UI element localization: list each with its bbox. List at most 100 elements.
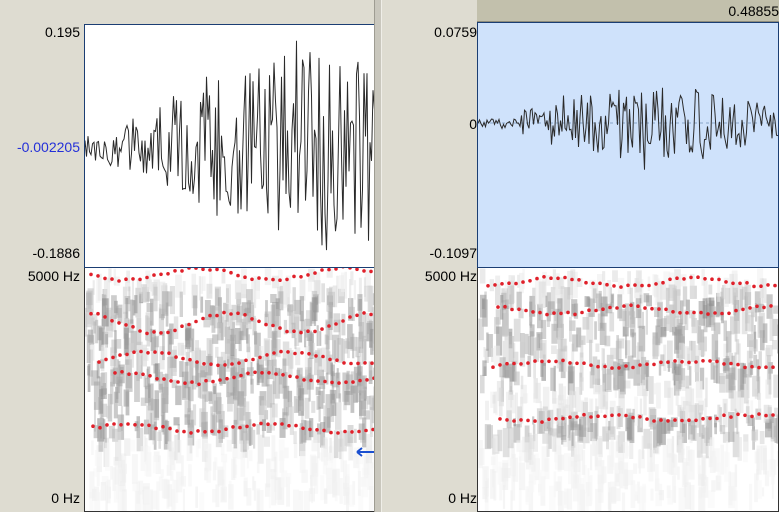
formant-dot: [264, 277, 268, 281]
formant-dot: [299, 330, 303, 335]
formant-dot: [183, 381, 187, 385]
formant-dot: [315, 428, 319, 432]
formant-dot: [561, 416, 565, 421]
formant-dot: [710, 277, 714, 281]
formant-dot: [133, 423, 137, 427]
waveform-trace: [85, 40, 374, 251]
formant-dot: [584, 280, 588, 285]
formant-dot: [547, 359, 551, 364]
formant-dot: [203, 430, 207, 434]
formant-dot: [559, 311, 563, 316]
formant-dot: [701, 416, 705, 421]
spectrogram-min-freq-label: 0 Hz: [51, 490, 80, 506]
formant-dot: [364, 428, 368, 433]
formant-dot: [512, 361, 516, 366]
formant-dot: [638, 415, 642, 419]
waveform-panel[interactable]: [84, 24, 374, 268]
formant-dot: [89, 311, 93, 316]
formant-dot: [603, 364, 607, 369]
formant-dot: [771, 413, 775, 417]
formant-dot: [167, 351, 171, 355]
formant-dot: [208, 313, 212, 318]
formant-dot: [657, 307, 661, 311]
formant-dot: [533, 359, 537, 363]
spectrogram-panel[interactable]: [84, 268, 374, 512]
formant-dot: [645, 417, 649, 421]
formant-dot: [512, 419, 516, 423]
formant-dot: [91, 424, 95, 428]
formant-dot: [610, 413, 614, 418]
formant-dot: [330, 380, 334, 385]
formant-dot: [720, 311, 724, 316]
formant-dot: [292, 274, 296, 279]
formant-dot: [96, 311, 100, 316]
formant-dot: [131, 277, 135, 281]
formant-dot: [225, 376, 229, 381]
formant-dot: [596, 364, 600, 369]
formant-dot: [647, 283, 651, 288]
formant-dot: [258, 355, 262, 360]
formant-dot: [230, 362, 234, 366]
formant-dot: [232, 375, 236, 380]
formant-dot: [147, 423, 151, 428]
formant-dot: [124, 323, 128, 327]
formant-dot: [110, 319, 114, 323]
spectrogram-panel[interactable]: [477, 268, 779, 512]
formant-dot: [680, 360, 684, 364]
formant-dot: [680, 418, 684, 423]
formant-dot: [549, 276, 553, 280]
formant-dot: [246, 371, 250, 376]
formant-dot: [601, 307, 605, 311]
formant-dot: [302, 378, 306, 382]
formant-dot: [510, 307, 514, 312]
formant-dot: [267, 371, 271, 375]
formant-dot: [547, 417, 551, 422]
formant-dot: [612, 284, 616, 288]
formant-dot: [124, 277, 128, 281]
formant-dot: [369, 312, 373, 317]
formant-dot: [223, 363, 227, 367]
formant-dot: [259, 421, 263, 426]
waveform-min-label: -0.1097: [429, 245, 477, 261]
formant-dot: [329, 430, 333, 435]
formant-dot: [766, 283, 770, 287]
formant-dot: [117, 321, 121, 325]
formant-dot: [713, 311, 717, 315]
formant-dot: [741, 307, 745, 312]
formant-dot: [640, 283, 644, 288]
formant-dot: [507, 281, 511, 285]
selection-duration-bar[interactable]: 0.48855: [477, 0, 779, 22]
formant-dot: [237, 361, 241, 365]
formant-dot: [342, 361, 346, 365]
formant-dot: [196, 429, 200, 433]
spectrogram-plot: [478, 268, 778, 511]
formant-dot: [745, 281, 749, 285]
formant-dot: [173, 269, 177, 273]
formant-dot: [755, 304, 759, 309]
formant-dot: [638, 363, 642, 367]
formant-dot: [659, 418, 663, 422]
formant-dot: [125, 352, 129, 357]
formant-dot: [146, 351, 150, 355]
formant-dot: [89, 272, 93, 277]
formant-dot: [715, 359, 719, 364]
formant-dot: [727, 311, 731, 316]
formant-dot: [528, 279, 532, 283]
formant-dot: [617, 413, 621, 417]
formant-dot: [661, 280, 665, 285]
formant-dot: [692, 310, 696, 315]
formant-dot: [526, 361, 530, 365]
waveform-panel[interactable]: [477, 22, 779, 268]
formant-dot: [176, 380, 180, 384]
formant-dot: [715, 416, 719, 421]
formant-dot: [717, 277, 721, 282]
formant-dot: [211, 379, 215, 384]
formant-dot: [314, 354, 318, 358]
formant-dot: [188, 357, 192, 362]
formant-dot: [323, 379, 327, 384]
formant-dot: [570, 277, 574, 282]
formant-dot: [336, 431, 340, 435]
formant-dot: [350, 430, 354, 434]
formant-dot: [335, 358, 339, 362]
formant-dot: [694, 418, 698, 423]
